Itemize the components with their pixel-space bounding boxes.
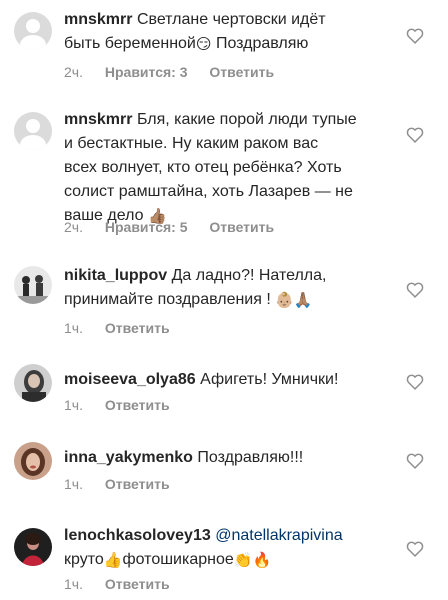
comment-time: 1ч. — [64, 320, 83, 336]
comment-meta: 2ч. Нравится: 3 Ответить — [64, 64, 292, 80]
mention-link[interactable]: @natellakrapivina — [215, 527, 342, 544]
comment-text: mnskmrr Бля, какие порой люди тупые и бе… — [64, 108, 380, 228]
comment-body: солист рамштайна, хоть Лазарев — не — [64, 183, 353, 200]
comment-text: nikita_luppov Да ладно?! Нателла, приним… — [64, 264, 380, 312]
comment-meta: 1ч. Ответить — [64, 476, 188, 492]
likes-count-link[interactable]: Нравится: 5 — [105, 219, 188, 235]
comment-time: 2ч. — [64, 64, 83, 80]
comment-body: быть беременной — [64, 35, 196, 52]
comment-body: принимайте поздравления ! — [64, 291, 271, 308]
smirk-emoji-icon: 😏 — [195, 36, 212, 53]
comment-meta: 1ч. Ответить — [64, 320, 188, 336]
comment-time: 1ч. — [64, 397, 83, 413]
comment-body: и бестактные. Ну каким раком вас — [64, 135, 319, 152]
avatar-photo — [14, 364, 52, 402]
comment-body: фотошикарное — [122, 551, 234, 568]
comment-username[interactable]: lenochkasolovey13 — [64, 527, 211, 544]
comment-time: 1ч. — [64, 476, 83, 492]
comment-body: Поздравляю!!! — [197, 449, 304, 466]
comment-body: Афигеть! Умнички! — [200, 371, 339, 388]
comment-username[interactable]: moiseeva_olya86 — [64, 371, 196, 388]
heart-outline-icon[interactable] — [406, 453, 424, 469]
reply-button[interactable]: Ответить — [105, 476, 170, 492]
clap-fire-emoji-icon: 👏🔥 — [233, 552, 272, 569]
comment-time: 2ч. — [64, 219, 83, 235]
default-user-icon — [26, 19, 40, 33]
avatar[interactable] — [14, 442, 52, 480]
avatar[interactable] — [14, 528, 52, 566]
comment-body: Да ладно?! Нателла, — [171, 267, 327, 284]
comment-text: lenochkasolovey13 @natellakrapivina крут… — [64, 524, 380, 572]
reply-button[interactable]: Ответить — [105, 576, 170, 592]
reply-button[interactable]: Ответить — [105, 397, 170, 413]
comment-body: всех волнует, кто отец ребёнка? Хоть — [64, 159, 342, 176]
comment-text: inna_yakymenko Поздравляю!!! — [64, 446, 380, 470]
comment-body: Светлане чертовски идёт — [136, 11, 326, 28]
avatar[interactable] — [14, 12, 52, 50]
avatar[interactable] — [14, 112, 52, 150]
reply-button[interactable]: Ответить — [209, 219, 274, 235]
thumbs-up-emoji-icon: 👍 — [103, 552, 123, 569]
comment-body: Поздравляю — [211, 35, 309, 52]
comment-meta: 1ч. Ответить — [64, 576, 188, 592]
comment-username[interactable]: mnskmrr — [64, 11, 132, 28]
avatar[interactable] — [14, 266, 52, 304]
comment-username[interactable]: inna_yakymenko — [64, 449, 193, 466]
comment-username[interactable]: mnskmrr — [64, 111, 132, 128]
avatar[interactable] — [14, 364, 52, 402]
reply-button[interactable]: Ответить — [209, 64, 274, 80]
heart-outline-icon[interactable] — [406, 374, 424, 390]
likes-count-link[interactable]: Нравится: 3 — [105, 64, 188, 80]
comment-meta: 1ч. Ответить — [64, 397, 188, 413]
comment-meta: 2ч. Нравится: 5 Ответить — [64, 219, 292, 235]
avatar-photo — [14, 528, 52, 566]
heart-outline-icon[interactable] — [406, 28, 424, 44]
reply-button[interactable]: Ответить — [105, 320, 170, 336]
comment-text: moiseeva_olya86 Афигеть! Умнички! — [64, 368, 380, 392]
comment-body: Бля, какие порой люди тупые — [136, 111, 357, 128]
avatar-photo — [14, 442, 52, 480]
comment-username[interactable]: nikita_luppov — [64, 267, 167, 284]
comment-text: mnskmrr Светлане чертовски идёт быть бер… — [64, 8, 380, 56]
avatar-photo — [14, 266, 52, 304]
comment-body: круто — [64, 551, 104, 568]
baby-praying-emoji-icon: 👶🏼🙏🏽 — [275, 292, 313, 309]
default-user-icon — [26, 119, 40, 133]
heart-outline-icon[interactable] — [406, 282, 424, 298]
heart-outline-icon[interactable] — [406, 127, 424, 143]
comment-time: 1ч. — [64, 576, 83, 592]
heart-outline-icon[interactable] — [406, 541, 424, 557]
